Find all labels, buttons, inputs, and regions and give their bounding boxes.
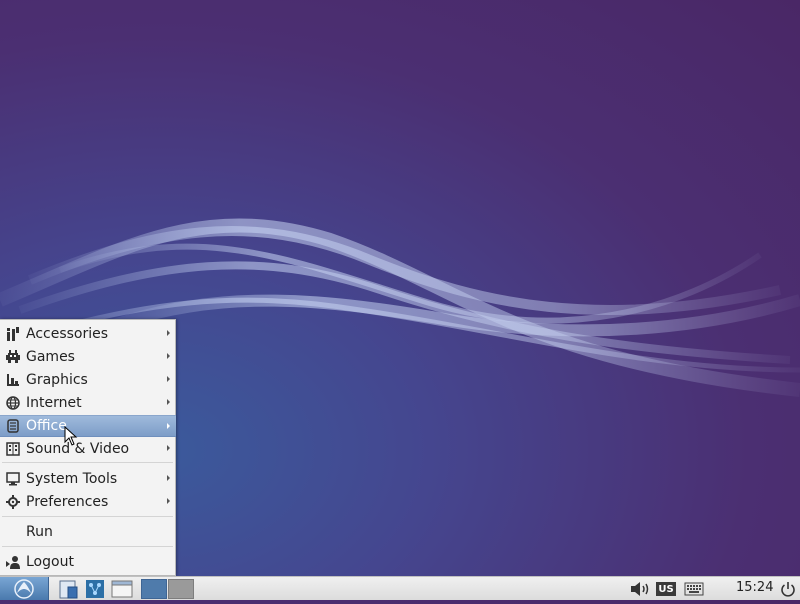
submenu-arrow-icon: [167, 498, 170, 504]
workspace-2[interactable]: [168, 579, 194, 599]
power-button[interactable]: [778, 579, 798, 599]
network-launcher[interactable]: [84, 579, 106, 599]
menu-item-office[interactable]: Office: [0, 415, 176, 437]
network-icon: [86, 580, 104, 598]
menu-item-logout[interactable]: Logout: [0, 551, 176, 573]
file-manager-icon: [59, 580, 78, 599]
taskbar: US 15:24: [0, 576, 800, 600]
power-icon: [781, 582, 795, 597]
menu-item-system-tools[interactable]: System Tools: [0, 468, 176, 490]
office-icon: [5, 418, 21, 434]
submenu-arrow-icon: [167, 330, 170, 336]
mouse-cursor-icon: [64, 426, 78, 446]
keyboard-layout-indicator[interactable]: US: [656, 582, 676, 596]
accessories-icon: [5, 326, 21, 342]
menu-item-internet[interactable]: Internet: [0, 392, 176, 414]
menu-separator: [2, 546, 173, 547]
menu-item-label: Logout: [26, 554, 74, 570]
menu-item-label: Office: [26, 418, 67, 434]
submenu-arrow-icon: [167, 353, 170, 359]
menu-item-icon-placeholder: [5, 524, 21, 540]
menu-item-sound-video[interactable]: Sound & Video: [0, 438, 176, 460]
menu-item-label: Preferences: [26, 494, 109, 510]
keyboard-button[interactable]: [683, 579, 705, 599]
volume-icon: [631, 582, 649, 596]
menu-item-label: Games: [26, 349, 75, 365]
file-manager-launcher[interactable]: [57, 579, 79, 599]
menu-item-preferences[interactable]: Preferences: [0, 491, 176, 513]
games-icon: [5, 349, 21, 365]
volume-control[interactable]: [628, 579, 652, 599]
menu-item-games[interactable]: Games: [0, 346, 176, 368]
menu-item-label: System Tools: [26, 471, 118, 487]
menu-item-label: Graphics: [26, 372, 88, 388]
menu-item-graphics[interactable]: Graphics: [0, 369, 176, 391]
system-tools-icon: [5, 471, 21, 487]
menu-item-run[interactable]: Run: [0, 521, 176, 543]
menu-separator: [2, 516, 173, 517]
keyboard-icon: [684, 582, 704, 596]
start-menu-icon: [14, 579, 34, 599]
start-menu-button[interactable]: [0, 577, 49, 600]
submenu-arrow-icon: [167, 445, 170, 451]
menu-item-label: Accessories: [26, 326, 109, 342]
sound-video-icon: [5, 441, 21, 457]
internet-icon: [5, 395, 21, 411]
logout-icon: [5, 554, 21, 570]
menu-item-label: Run: [26, 524, 53, 540]
submenu-arrow-icon: [167, 475, 170, 481]
submenu-arrow-icon: [167, 399, 170, 405]
show-desktop-button[interactable]: [111, 579, 133, 599]
application-menu: Accessories Games Graphics Internet Offi…: [0, 319, 176, 576]
preferences-icon: [5, 494, 21, 510]
show-desktop-icon: [111, 580, 133, 598]
submenu-arrow-icon: [167, 376, 170, 382]
graphics-icon: [5, 372, 21, 388]
menu-item-accessories[interactable]: Accessories: [0, 323, 176, 345]
menu-separator: [2, 462, 173, 463]
workspace-1[interactable]: [141, 579, 167, 599]
clock[interactable]: 15:24: [736, 580, 773, 595]
menu-item-label: Internet: [26, 395, 82, 411]
submenu-arrow-icon: [167, 423, 170, 429]
